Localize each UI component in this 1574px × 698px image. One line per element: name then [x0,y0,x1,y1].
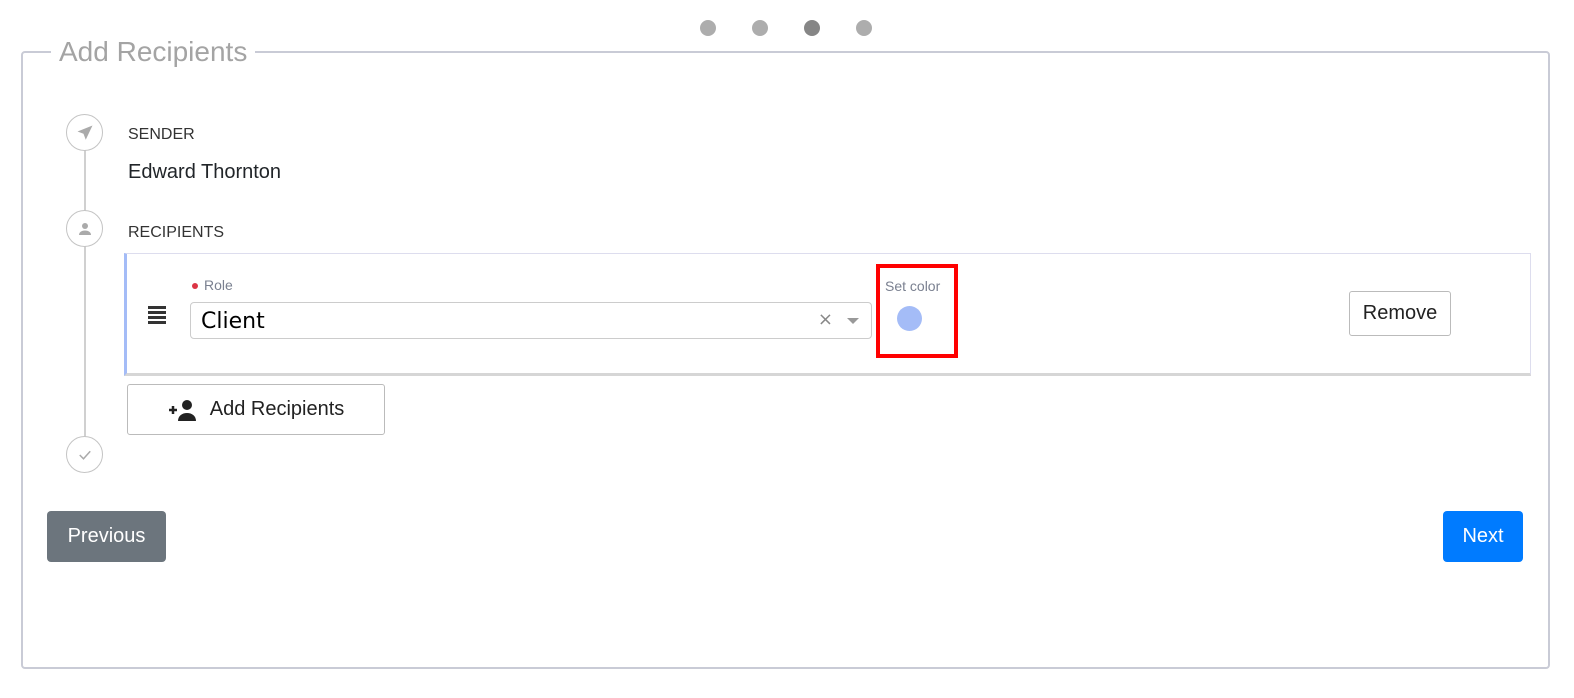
panel-title: Add Recipients [59,36,248,67]
carousel-dot[interactable] [752,20,768,36]
check-icon [66,436,103,473]
carousel-dot-active[interactable] [804,20,820,36]
role-label: Role [192,277,233,293]
recipients-label: RECIPIENTS [128,224,225,241]
add-recipients-button[interactable]: Add Recipients [127,384,385,435]
required-indicator [192,283,198,290]
clear-icon[interactable]: × [818,309,833,330]
send-icon [66,114,103,151]
role-value: Client [201,309,265,334]
add-recipients-label: Add Recipients [209,398,345,420]
next-button[interactable]: Next [1443,511,1523,562]
carousel-dot[interactable] [856,20,872,36]
role-label-text: Role [204,277,233,293]
timeline-line [84,150,86,440]
color-swatch[interactable] [897,306,922,331]
chevron-down-icon[interactable] [847,318,859,324]
person-icon [66,210,103,247]
remove-button[interactable]: Remove [1349,291,1451,336]
drag-handle-icon[interactable] [148,306,166,326]
carousel-indicators [700,20,872,36]
sender-name: Edward Thornton [128,161,282,183]
carousel-dot[interactable] [700,20,716,36]
role-select[interactable]: Client × [190,302,872,339]
previous-button[interactable]: Previous [47,511,166,562]
set-color-label: Set color [885,278,941,294]
add-person-icon [168,399,196,421]
sender-label: SENDER [128,126,195,143]
